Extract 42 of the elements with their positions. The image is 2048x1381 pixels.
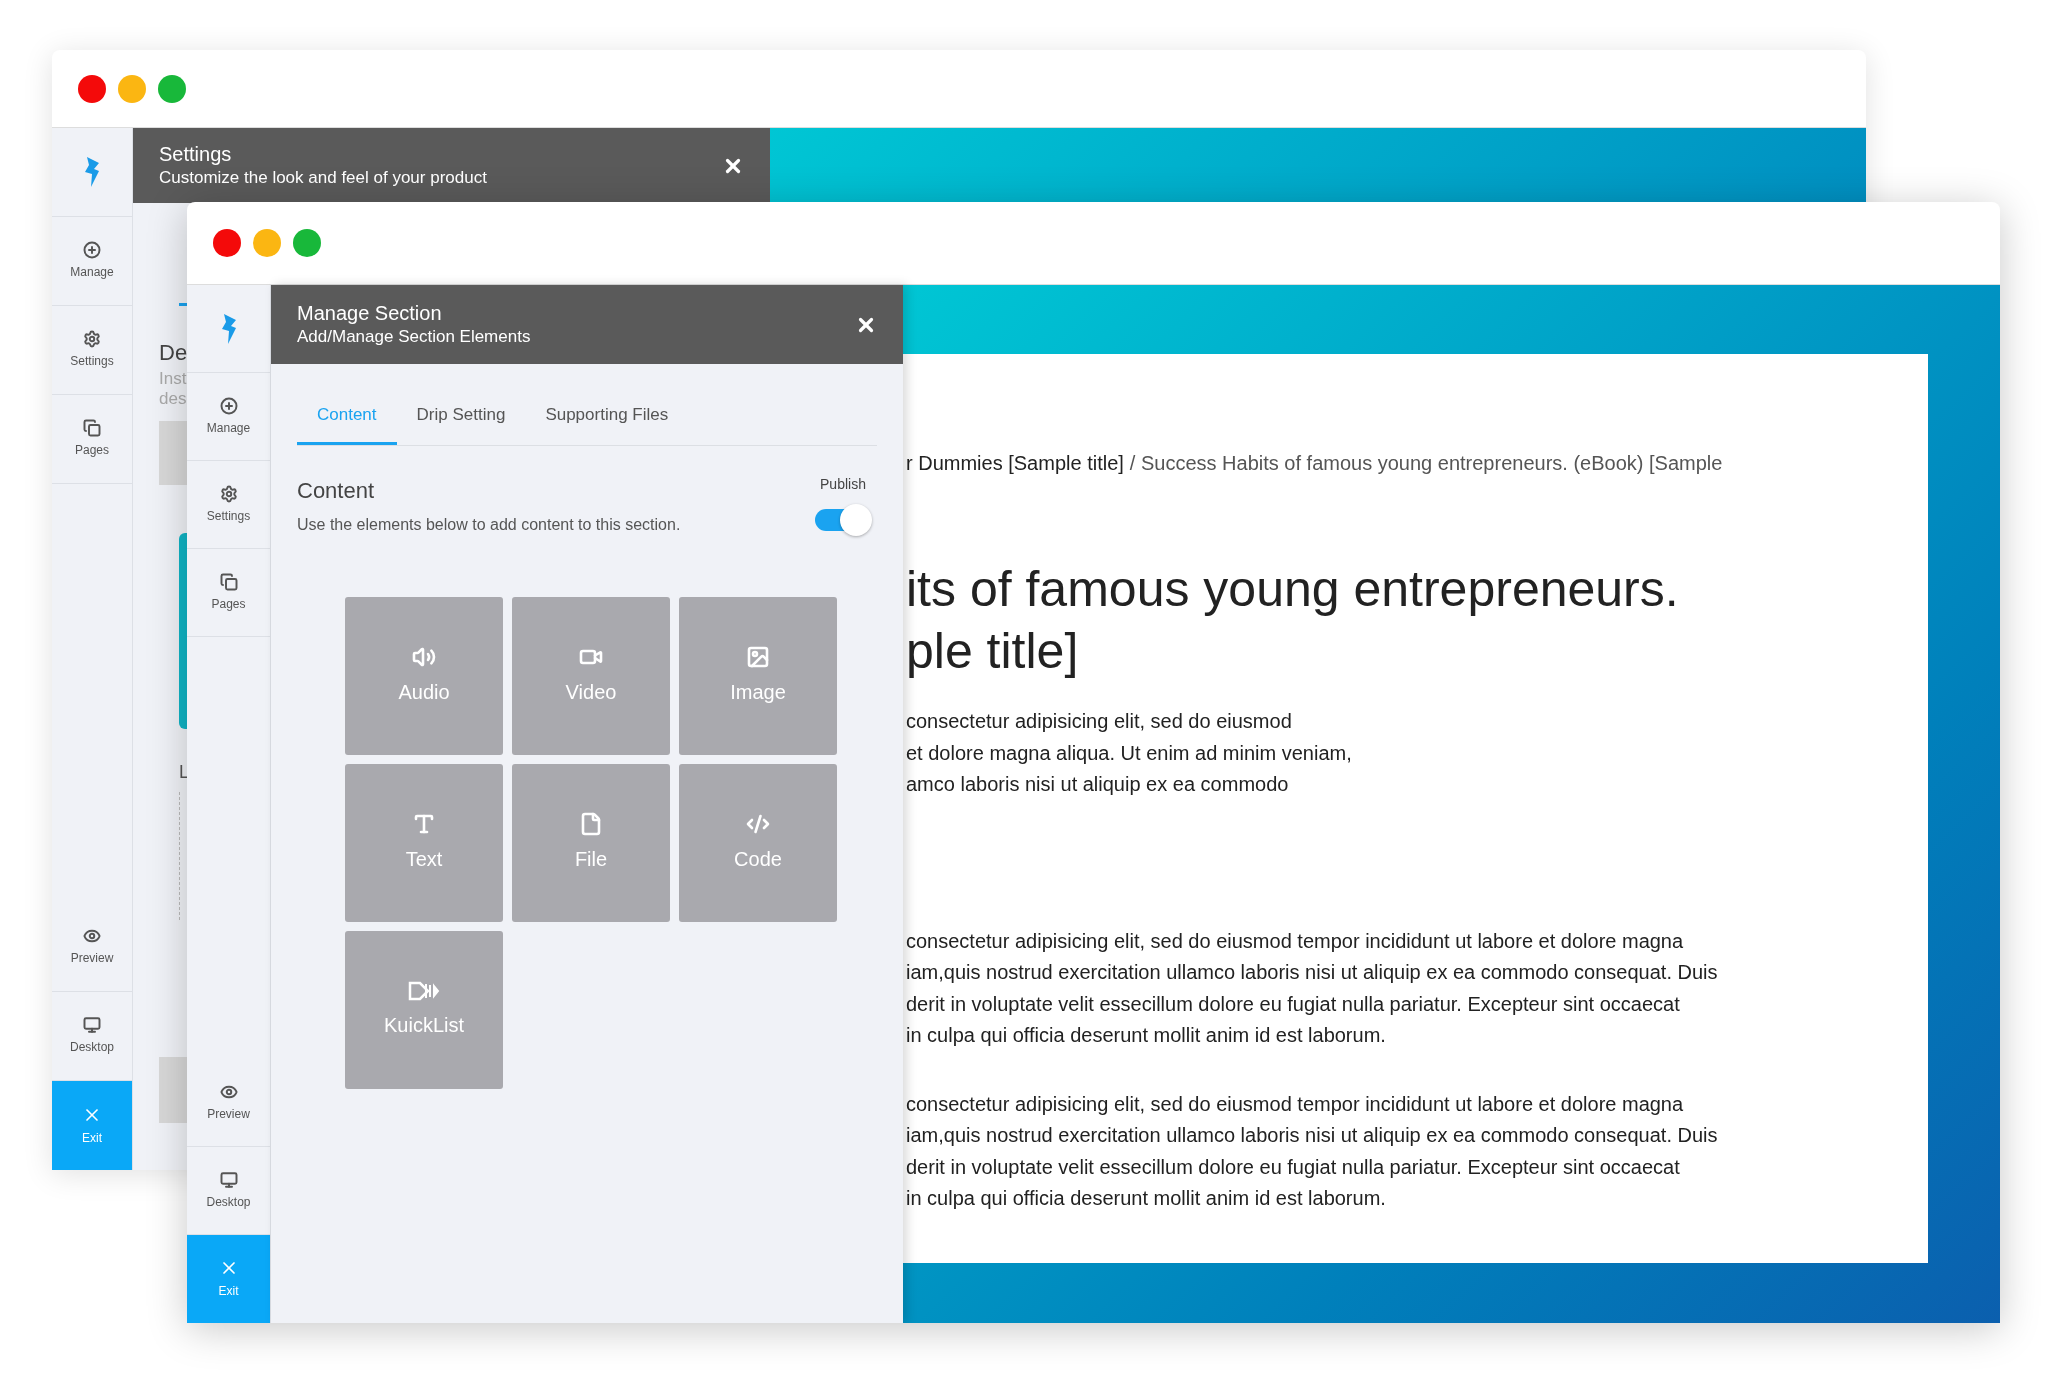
sidebar-item[interactable]: Preview [52, 903, 132, 992]
plus-circle-icon [83, 241, 101, 259]
sidebar-item[interactable]: Preview [187, 1059, 270, 1147]
section-heading: Content [297, 476, 376, 505]
sidebar-item[interactable]: Settings [52, 306, 132, 395]
body-paragraph: consectetur adipisicing elit, sed do eiusmod tempor incididunt ut labore et dolore magna iam,quis nostrud exercitation ullamco laboris nisi ut aliquip ex ea commodo consequat. Duis derit in voluptate velit essecillum dolore eu fugiat nulla pariatur. Excepteur sint occaecat in culpa qui officia deserunt mollit anim id est laborum. [906, 928, 1719, 1048]
play-list-icon [408, 979, 440, 1002]
tab[interactable]: Supporting Files [525, 402, 689, 445]
publish-label: Publish [820, 474, 866, 494]
page-title: its of famous young entrepreneurs. ple title] [906, 560, 1680, 681]
file-icon [579, 811, 603, 836]
publish-toggle[interactable] [813, 502, 873, 537]
pages-icon [219, 572, 238, 591]
description-text: Inst [159, 369, 187, 389]
sidebar-item[interactable]: Pages [52, 395, 132, 484]
monitor-icon [83, 1016, 101, 1034]
body-paragraph: consectetur adipisicing elit, sed do eiusmod et dolore magna aliqua. Ut enim ad minim veniam, amco laboris nisi ut aliquip ex ea commodo [906, 709, 1353, 797]
lightning-logo-icon [219, 313, 238, 344]
monitor-icon [219, 1170, 238, 1189]
section-description: Use the elements below to add content to this section. [297, 514, 681, 535]
plus-circle-icon [219, 396, 238, 415]
sidebar-item[interactable]: Manage [52, 217, 132, 306]
sidebar-item[interactable]: Settings [187, 461, 270, 549]
sidebar-item[interactable]: Manage [187, 373, 270, 461]
settings-icon [83, 330, 101, 348]
body-paragraph: consectetur adipisicing elit, sed do eiusmod tempor incididunt ut labore et dolore magna iam,quis nostrud exercitation ullamco laboris nisi ut aliquip ex ea commodo consequat. Duis derit in voluptate velit essecillum dolore eu fugiat nulla pariatur. Excepteur sint occaecat in culpa qui officia deserunt mollit anim id est laborum. [906, 1091, 1719, 1211]
panel-subtitle: Customize the look and feel of your product [159, 167, 487, 189]
settings-icon [219, 484, 238, 503]
panel-subtitle: Add/Manage Section Elements [297, 326, 531, 348]
lightning-logo-icon [83, 157, 101, 187]
description-text: des [159, 389, 187, 409]
eye-icon [83, 927, 101, 945]
breadcrumb-link[interactable]: r Dummies [Sample title] [906, 448, 1124, 478]
panel-title: Settings [159, 142, 233, 168]
pages-icon [83, 419, 101, 437]
image-icon [746, 644, 770, 669]
tab[interactable]: Drip Setting [396, 402, 526, 445]
sidebar-item[interactable]: Pages [187, 549, 270, 637]
section-heading: De [159, 339, 188, 367]
breadcrumb-current: / Success Habits of famous young entrepreneurs. (eBook) [Sample [1129, 451, 1723, 476]
section-label: L [179, 761, 189, 784]
panel-title: Manage Section [297, 301, 443, 327]
